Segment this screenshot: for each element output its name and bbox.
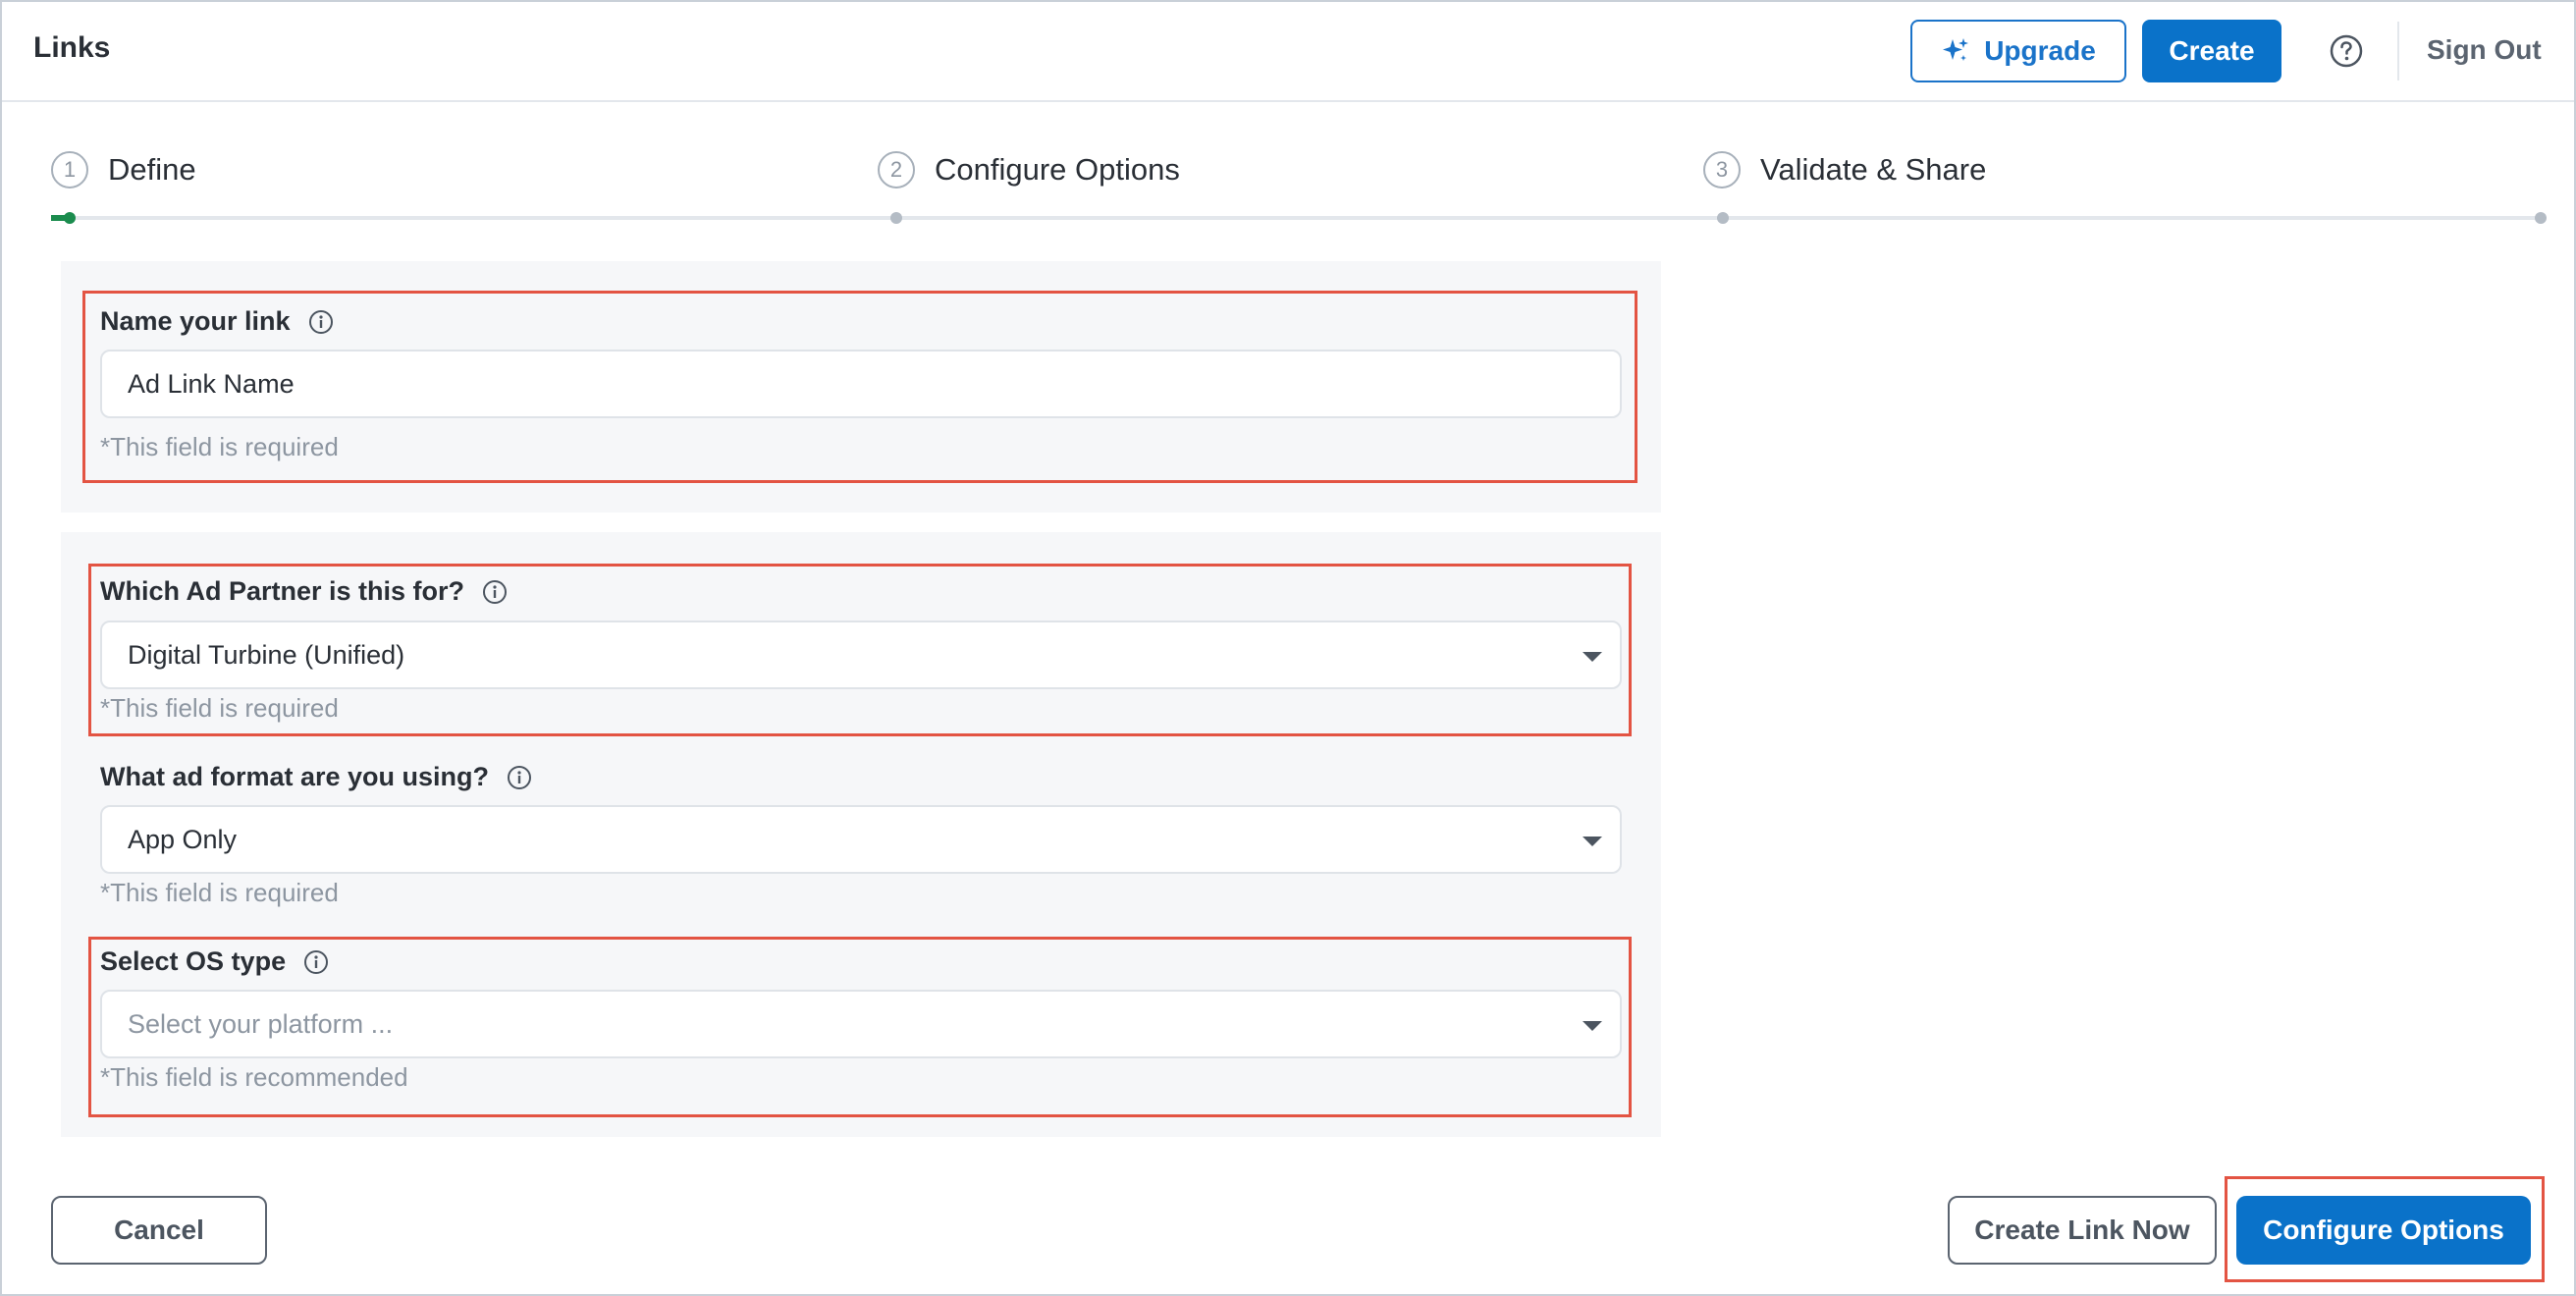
info-icon[interactable] xyxy=(303,949,329,975)
link-name-value: Ad Link Name xyxy=(128,368,295,399)
step-dot xyxy=(2535,212,2547,224)
app-window: Links Upgrade Create Sign Out 1 Define 2… xyxy=(0,0,2576,1296)
ad-partner-label: Which Ad Partner is this for? xyxy=(100,576,508,607)
step-label: Define xyxy=(108,152,196,187)
create-link-now-button[interactable]: Create Link Now xyxy=(1948,1196,2217,1265)
top-header: Links Upgrade Create Sign Out xyxy=(2,2,2574,102)
upgrade-label: Upgrade xyxy=(1984,35,2096,66)
step-dot xyxy=(890,212,902,224)
header-divider xyxy=(2397,22,2399,81)
chevron-down-icon xyxy=(1583,837,1602,846)
step-label: Validate & Share xyxy=(1760,152,1987,187)
ad-format-select[interactable]: App Only xyxy=(100,805,1622,874)
configure-options-button[interactable]: Configure Options xyxy=(2236,1196,2531,1265)
step-label: Configure Options xyxy=(935,152,1180,187)
stepper-track xyxy=(51,216,2545,220)
step-dot xyxy=(1717,212,1729,224)
sparkle-icon xyxy=(1943,38,1969,61)
ad-partner-label-text: Which Ad Partner is this for? xyxy=(100,576,465,606)
step-dot-active xyxy=(64,212,76,224)
page-title: Links xyxy=(33,31,111,64)
info-icon[interactable] xyxy=(507,765,532,790)
ad-partner-select[interactable]: Digital Turbine (Unified) xyxy=(100,621,1622,689)
step-number: 3 xyxy=(1703,151,1741,189)
os-type-hint: *This field is recommended xyxy=(100,1062,408,1092)
chevron-down-icon xyxy=(1583,1021,1602,1031)
create-button[interactable]: Create xyxy=(2142,20,2281,82)
ad-format-value: App Only xyxy=(128,824,238,854)
info-icon[interactable] xyxy=(482,579,508,605)
chevron-down-icon xyxy=(1583,652,1602,662)
ad-format-label: What ad format are you using? xyxy=(100,762,532,792)
step-number: 2 xyxy=(878,151,915,189)
ad-format-label-text: What ad format are you using? xyxy=(100,762,490,791)
step-validate-share[interactable]: 3 Validate & Share xyxy=(1703,151,1986,189)
help-icon[interactable] xyxy=(2329,33,2364,69)
link-name-hint: *This field is required xyxy=(100,432,339,461)
info-icon[interactable] xyxy=(308,309,334,335)
step-number: 1 xyxy=(51,151,88,189)
sign-out-link[interactable]: Sign Out xyxy=(2427,34,2542,66)
link-name-label-text: Name your link xyxy=(100,306,291,336)
step-configure-options[interactable]: 2 Configure Options xyxy=(878,151,1180,189)
link-name-input[interactable]: Ad Link Name xyxy=(100,350,1622,418)
step-define[interactable]: 1 Define xyxy=(51,151,196,189)
cancel-button[interactable]: Cancel xyxy=(51,1196,267,1265)
stepper-progress xyxy=(51,215,65,221)
upgrade-button[interactable]: Upgrade xyxy=(1910,20,2126,82)
ad-partner-value: Digital Turbine (Unified) xyxy=(128,639,405,670)
os-type-placeholder: Select your platform ... xyxy=(128,1008,394,1039)
link-name-label: Name your link xyxy=(100,306,334,337)
os-type-label-text: Select OS type xyxy=(100,946,287,976)
os-type-label: Select OS type xyxy=(100,946,329,977)
os-type-select[interactable]: Select your platform ... xyxy=(100,990,1622,1058)
ad-format-hint: *This field is required xyxy=(100,878,339,907)
ad-partner-hint: *This field is required xyxy=(100,693,339,723)
